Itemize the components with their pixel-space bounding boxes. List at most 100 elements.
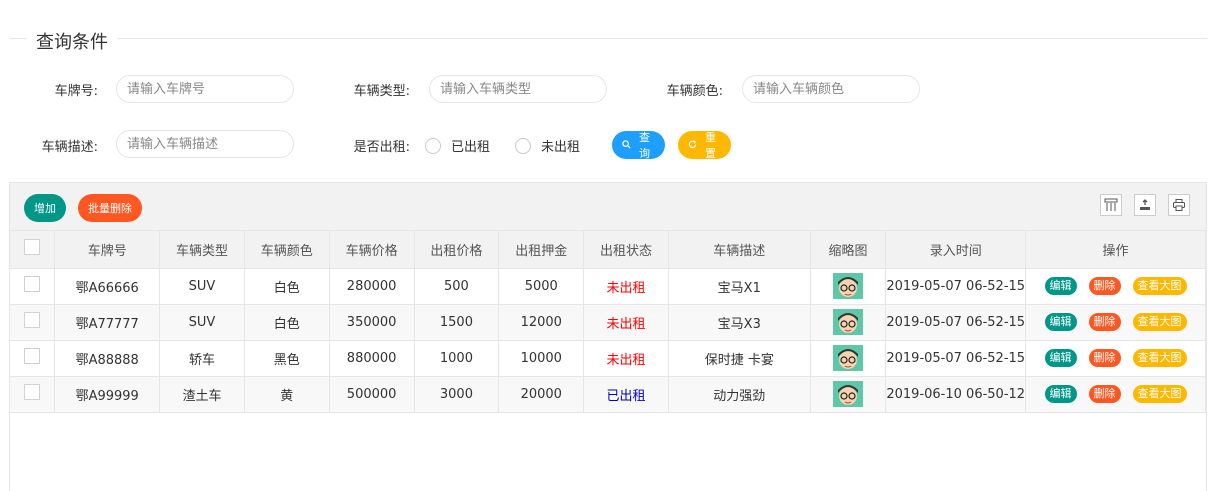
radio-circle[interactable]	[425, 137, 441, 154]
avatar-image	[832, 273, 863, 299]
radio-not-rented[interactable]: 未出租	[515, 136, 580, 155]
cell-color: 白色	[244, 268, 330, 305]
cell-deposit: 5000	[498, 268, 585, 305]
radio-circle[interactable]	[515, 137, 531, 154]
cell-thumbnail	[810, 268, 887, 305]
batch-delete-button[interactable]: 批量删除	[78, 194, 142, 222]
type-label: 车辆类型:	[353, 84, 410, 99]
row-select-cell[interactable]	[10, 376, 56, 413]
cell-plate: 鄂A77777	[54, 304, 161, 341]
edit-button[interactable]: 编辑	[1044, 385, 1077, 403]
search-button[interactable]: 查询	[612, 131, 665, 160]
avatar-image	[832, 345, 863, 371]
reset-button-label: 重置	[705, 131, 716, 160]
cell-price: 280000	[329, 268, 415, 305]
header-rent-status[interactable]: 出租状态	[583, 231, 669, 269]
plate-label: 车牌号:	[54, 84, 98, 99]
cell-actions: 编辑 删除 查看大图	[1025, 376, 1206, 413]
table-row: 鄂A66666 SUV 白色 280000 500 5000 未出租 宝马X1 2019-05-…	[10, 268, 1206, 305]
row-select-cell[interactable]	[10, 304, 56, 341]
edit-button[interactable]: 编辑	[1044, 349, 1077, 367]
reset-button[interactable]: 重置	[678, 131, 731, 160]
edit-button[interactable]: 编辑	[1044, 313, 1077, 331]
select-all-checkbox[interactable]	[24, 239, 41, 256]
header-plate[interactable]: 车牌号	[54, 231, 161, 269]
header-rent-price[interactable]: 出租价格	[414, 231, 500, 269]
color-input[interactable]	[742, 75, 920, 103]
header-price[interactable]: 车辆价格	[329, 231, 415, 269]
export-icon[interactable]	[1134, 194, 1156, 216]
columns-filter-icon[interactable]	[1100, 194, 1122, 216]
delete-button[interactable]: 删除	[1088, 385, 1121, 403]
table-row: 鄂A77777 SUV 白色 350000 1500 12000 未出租 宝马X3 2019-0…	[10, 304, 1206, 341]
radio-rented[interactable]: 已出租	[425, 136, 490, 155]
cell-rent-status: 已出租	[583, 376, 669, 413]
view-image-button[interactable]: 查看大图	[1132, 313, 1187, 331]
header-desc[interactable]: 车辆描述	[668, 231, 811, 269]
row-checkbox[interactable]	[24, 312, 41, 328]
cell-desc: 保时捷 卡宴	[668, 340, 811, 377]
row-checkbox[interactable]	[24, 348, 41, 364]
cell-rent-status: 未出租	[583, 304, 669, 341]
cell-type: 渣土车	[159, 376, 245, 413]
cell-desc: 动力强劲	[668, 376, 811, 413]
cell-desc: 宝马X3	[668, 304, 811, 341]
cell-created-time: 2019-05-07 06-52-15	[885, 304, 1027, 341]
cell-rent-status: 未出租	[583, 340, 669, 377]
cell-plate: 鄂A99999	[54, 376, 161, 413]
type-input[interactable]	[429, 75, 607, 103]
row-checkbox[interactable]	[24, 276, 41, 292]
view-image-button[interactable]: 查看大图	[1132, 385, 1187, 403]
header-deposit[interactable]: 出租押金	[498, 231, 585, 269]
delete-button[interactable]: 删除	[1088, 313, 1121, 331]
row-checkbox[interactable]	[24, 384, 41, 400]
cell-created-time: 2019-05-07 06-52-15	[885, 340, 1027, 377]
cell-type: SUV	[159, 304, 245, 341]
view-image-button[interactable]: 查看大图	[1132, 349, 1187, 367]
desc-label: 车辆描述:	[41, 140, 98, 155]
header-created-time[interactable]: 录入时间	[885, 231, 1027, 269]
plate-input[interactable]	[116, 75, 294, 103]
cell-created-time: 2019-06-10 06-50-12	[885, 376, 1027, 413]
refresh-icon	[688, 139, 697, 152]
cell-rent-price: 1000	[414, 340, 500, 377]
delete-button[interactable]: 删除	[1088, 349, 1121, 367]
view-image-button[interactable]: 查看大图	[1132, 277, 1187, 295]
cell-actions: 编辑 删除 查看大图	[1025, 304, 1206, 341]
header-type[interactable]: 车辆类型	[159, 231, 245, 269]
header-thumbnail: 缩略图	[810, 231, 887, 269]
desc-input[interactable]	[116, 130, 294, 158]
cell-thumbnail	[810, 304, 887, 341]
cell-type: 轿车	[159, 340, 245, 377]
table-toolbar: 增加 批量删除	[10, 183, 1206, 231]
avatar-image	[832, 309, 863, 335]
cell-actions: 编辑 删除 查看大图	[1025, 340, 1206, 377]
cell-color: 白色	[244, 304, 330, 341]
cell-deposit: 12000	[498, 304, 585, 341]
cell-rent-price: 3000	[414, 376, 500, 413]
delete-button[interactable]: 删除	[1088, 277, 1121, 295]
header-actions: 操作	[1025, 231, 1206, 269]
radio-rented-label: 已出租	[451, 140, 491, 155]
table-row: 鄂A99999 渣土车黄 500000 3000 20000 已出租 动力强劲 2019-06…	[10, 376, 1206, 413]
cell-rent-status: 未出租	[583, 268, 669, 305]
add-button[interactable]: 增加	[24, 194, 66, 222]
radio-not-rented-label: 未出租	[541, 140, 581, 155]
edit-button[interactable]: 编辑	[1044, 277, 1077, 295]
cell-thumbnail	[810, 340, 887, 377]
row-select-cell[interactable]	[10, 340, 56, 377]
search-button-label: 查询	[639, 131, 650, 160]
cell-color: 黄	[244, 376, 330, 413]
fieldset-divider	[10, 38, 1207, 39]
header-color[interactable]: 车辆颜色	[244, 231, 330, 269]
cell-plate: 鄂A66666	[54, 268, 161, 305]
cell-plate: 鄂A88888	[54, 340, 161, 377]
row-select-cell[interactable]	[10, 268, 56, 305]
select-all-cell[interactable]	[10, 231, 56, 269]
cell-thumbnail	[810, 376, 887, 413]
car-table: 车牌号 车辆类型 车辆颜色 车辆价格 出租价格 出租押金 出租状态 车辆描述 缩…	[10, 231, 1206, 413]
cell-price: 350000	[329, 304, 415, 341]
cell-color: 黑色	[244, 340, 330, 377]
print-icon[interactable]	[1168, 194, 1190, 216]
rented-label: 是否出租:	[353, 140, 410, 155]
